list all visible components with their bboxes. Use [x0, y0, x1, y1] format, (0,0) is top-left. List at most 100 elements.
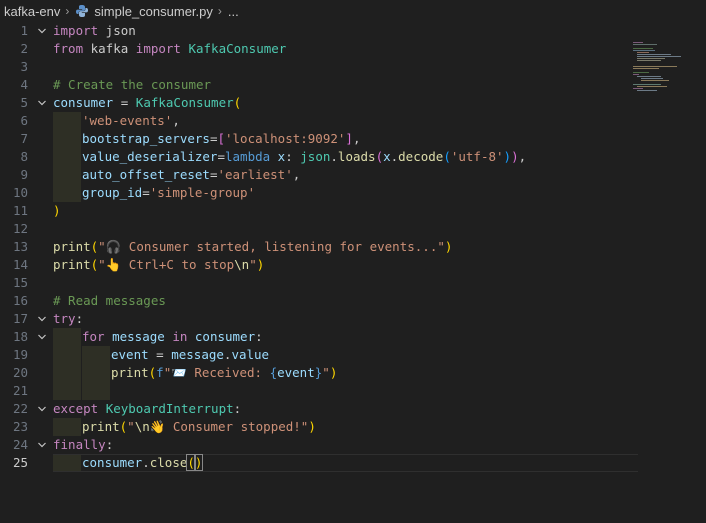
token: =	[113, 95, 136, 110]
minimap-line	[633, 42, 643, 43]
token: value	[231, 347, 270, 362]
token: =	[217, 149, 225, 164]
token: )	[193, 454, 204, 471]
code-line-11[interactable]: )	[53, 202, 61, 220]
token: )	[329, 365, 338, 380]
chevron-down-icon[interactable]	[35, 310, 49, 328]
code-line-22[interactable]: except KeyboardInterrupt:	[53, 400, 241, 418]
token: {	[269, 365, 278, 380]
indent-guide	[82, 346, 110, 400]
token: ,	[352, 131, 361, 146]
python-file-icon	[75, 4, 89, 18]
token: except	[53, 401, 99, 416]
token: message	[104, 329, 173, 344]
token: consumer	[187, 329, 256, 344]
code-line-2[interactable]: from kafka import KafkaConsumer	[53, 40, 286, 58]
line-number: 23	[12, 419, 28, 434]
token: 'localhost:9092'	[225, 131, 346, 146]
chevron-down-icon[interactable]	[35, 94, 49, 112]
token: event	[111, 347, 149, 362]
line-number: 14	[12, 257, 28, 272]
line-number: 7	[20, 131, 28, 146]
line-number: 6	[20, 113, 28, 128]
token: \n	[134, 419, 150, 434]
code-line-8[interactable]: value_deserializer=lambda x: json.loads(…	[82, 148, 526, 166]
chevron-down-icon[interactable]	[35, 436, 49, 454]
token: x	[270, 149, 286, 164]
line-number: 5	[20, 95, 28, 110]
token: :	[285, 149, 301, 164]
code-line-9[interactable]: auto_offset_reset='earliest',	[82, 166, 300, 184]
token: in	[172, 329, 188, 344]
code-line-5[interactable]: consumer = KafkaConsumer(	[53, 94, 241, 112]
token: :	[105, 437, 114, 452]
token: consumer	[82, 455, 143, 470]
chevron-right-icon: ›	[217, 4, 222, 18]
minimap-line	[641, 78, 663, 79]
minimap[interactable]	[633, 42, 693, 102]
chevron-down-icon[interactable]	[35, 400, 49, 418]
code-editor[interactable]: 1 2 3 4 5 6 7 8 9 10 11 12 13 14 15 16 17 18 19 20 21 22 23 24 2…	[0, 22, 706, 501]
token: ,	[518, 149, 527, 164]
line-number: 4	[20, 77, 28, 92]
chevron-down-icon[interactable]	[35, 328, 49, 346]
token: import	[135, 41, 181, 56]
line-number: 11	[12, 203, 28, 218]
token: 'simple-group'	[149, 185, 256, 200]
token: print	[53, 257, 91, 272]
token: :	[255, 329, 263, 344]
code-line-19[interactable]: event = message.value	[111, 346, 269, 364]
code-line-17[interactable]: try:	[53, 310, 83, 328]
breadcrumb-folder[interactable]: kafka-env	[4, 4, 60, 19]
minimap-line	[633, 74, 639, 75]
vertical-scrollbar[interactable]	[694, 44, 706, 523]
code-line-6[interactable]: 'web-events',	[82, 112, 180, 130]
code-line-25[interactable]: consumer.close()	[82, 454, 204, 472]
token: )	[444, 239, 453, 254]
token: "👆 Ctrl+C to stop	[98, 257, 235, 272]
token: ,	[172, 113, 180, 128]
token: consumer	[53, 95, 114, 110]
token: kafka	[83, 41, 136, 56]
token: print	[111, 365, 149, 380]
token: )	[256, 257, 265, 272]
code-line-13[interactable]: print("🎧 Consumer started, listening for…	[53, 238, 452, 256]
token: KafkaConsumer	[135, 95, 234, 110]
token: lambda	[225, 149, 271, 164]
line-number: 20	[12, 365, 28, 380]
code-line-18[interactable]: for message in consumer:	[82, 328, 263, 346]
code-line-4[interactable]: # Create the consumer	[53, 76, 211, 94]
token: KafkaConsumer	[180, 41, 287, 56]
token: :	[75, 311, 84, 326]
line-number: 13	[12, 239, 28, 254]
token: )	[308, 419, 316, 434]
token: ,	[292, 167, 301, 182]
code-line-14[interactable]: print("👆 Ctrl+C to stop\n")	[53, 256, 264, 274]
token: value_deserializer	[82, 149, 218, 164]
line-number: 15	[12, 275, 28, 290]
breadcrumb-more[interactable]: ...	[228, 4, 239, 19]
token: "	[127, 419, 135, 434]
minimap-line	[633, 44, 657, 45]
code-line-1[interactable]: import json	[53, 22, 136, 40]
code-line-20[interactable]: print(f"📨 Received: {event}")	[111, 364, 337, 382]
code-line-10[interactable]: group_id='simple-group'	[82, 184, 255, 202]
line-number: 10	[12, 185, 28, 200]
token: x	[383, 149, 391, 164]
code-line-24[interactable]: finally:	[53, 436, 113, 454]
code-line-16[interactable]: # Read messages	[53, 292, 166, 310]
breadcrumb-file[interactable]: simple_consumer.py	[94, 4, 213, 19]
indent-guide	[53, 328, 81, 400]
token: (	[186, 454, 196, 471]
token: KeyboardInterrupt	[105, 401, 234, 416]
token: decode	[398, 149, 444, 164]
minimap-line	[641, 80, 669, 81]
token: =	[148, 347, 172, 362]
line-number: 19	[12, 347, 28, 362]
token: :	[233, 401, 242, 416]
token: f	[156, 365, 164, 380]
chevron-down-icon[interactable]	[35, 22, 49, 40]
code-line-23[interactable]: print("\n👋 Consumer stopped!")	[82, 418, 316, 436]
breadcrumb: kafka-env › simple_consumer.py › ...	[0, 0, 706, 22]
code-line-7[interactable]: bootstrap_servers=['localhost:9092'],	[82, 130, 360, 148]
